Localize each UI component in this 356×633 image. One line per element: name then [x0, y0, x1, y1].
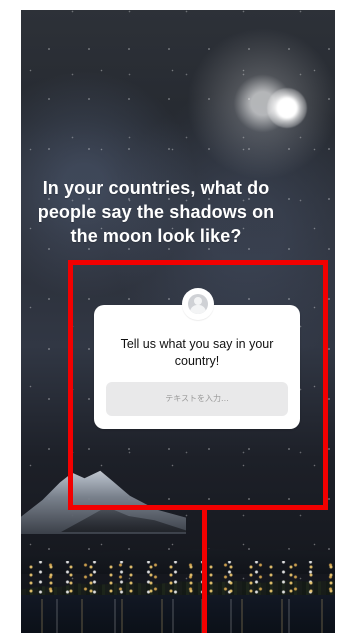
profile-avatar-ring — [182, 288, 214, 320]
story-question-title: In your countries, what do people say th… — [37, 178, 275, 246]
town-lights — [21, 561, 335, 597]
moon — [267, 88, 307, 128]
avatar-body-icon — [190, 305, 206, 314]
avatar-head-icon — [194, 297, 202, 305]
answer-text-input[interactable] — [106, 382, 288, 416]
profile-avatar-icon — [188, 294, 208, 314]
screenshot-stage: In your countries, what do people say th… — [0, 0, 356, 633]
water-reflections — [21, 599, 335, 633]
question-sticker[interactable]: Tell us what you say in your country! — [94, 305, 300, 429]
sticker-prompt: Tell us what you say in your country! — [120, 337, 274, 368]
